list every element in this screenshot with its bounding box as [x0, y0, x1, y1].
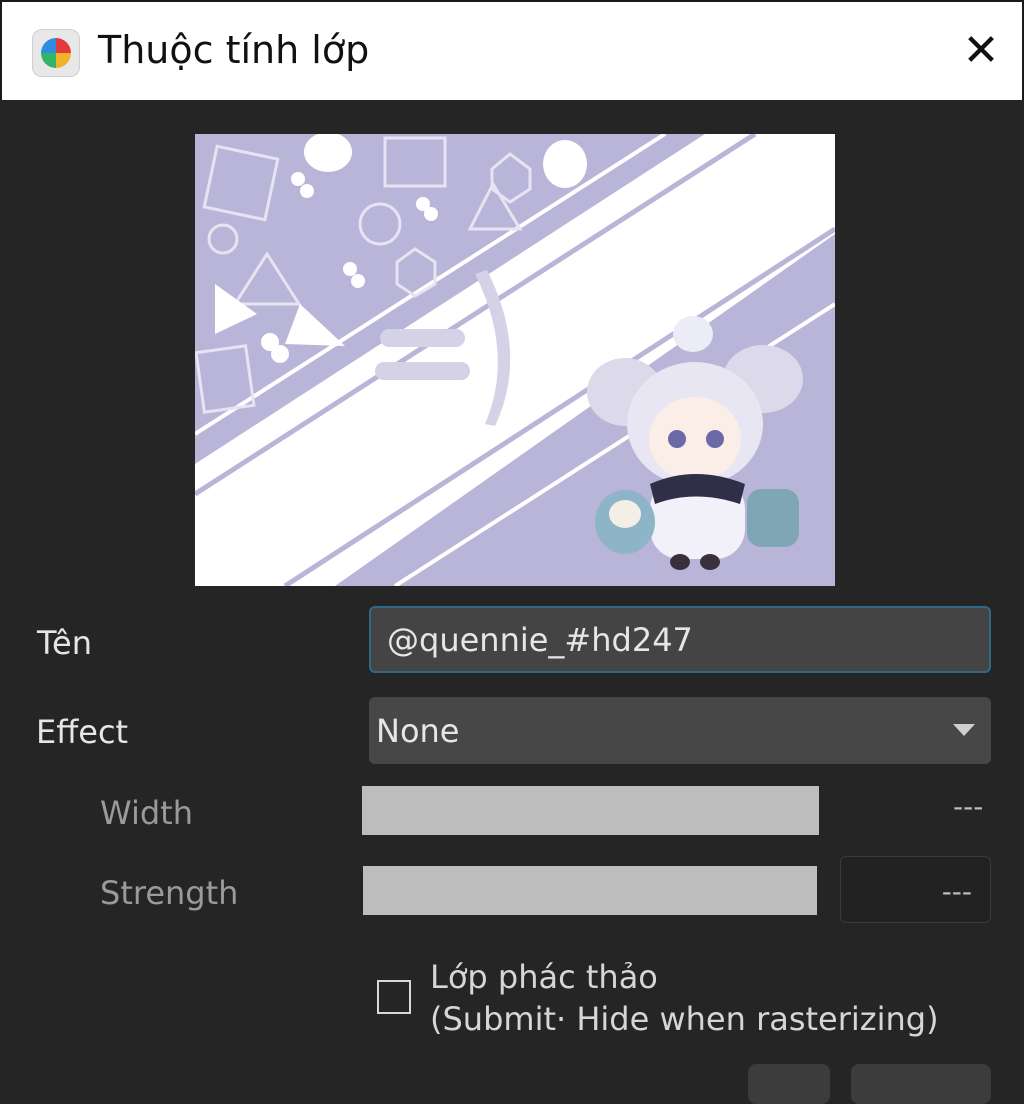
draft-layer-checkbox[interactable] [377, 980, 411, 1014]
close-icon[interactable]: ✕ [954, 26, 1008, 76]
width-label: Width [100, 794, 193, 832]
strength-number-field[interactable]: --- [840, 856, 991, 923]
strength-slider[interactable] [363, 866, 817, 915]
draft-layer-label: Lớp phác thảo [430, 958, 658, 996]
preview-artwork [195, 134, 835, 586]
effect-label: Effect [36, 713, 129, 751]
dialog-titlebar: Thuộc tính lớp ✕ [0, 0, 1024, 100]
strength-value: --- [941, 875, 972, 908]
width-slider[interactable] [362, 786, 819, 835]
cancel-button[interactable] [851, 1064, 991, 1104]
draft-layer-sublabel: (Submit· Hide when rasterizing) [430, 1000, 939, 1038]
dialog-title: Thuộc tính lớp [98, 28, 370, 72]
layer-preview-image [195, 134, 835, 586]
ok-button[interactable] [748, 1064, 830, 1104]
strength-label: Strength [100, 874, 239, 912]
effect-selected-value: None [376, 712, 460, 750]
name-label: Tên [37, 624, 93, 662]
layer-name-input[interactable] [369, 606, 991, 673]
chevron-down-icon [953, 724, 975, 736]
width-value: --- [953, 790, 984, 823]
app-logo-icon [32, 29, 80, 77]
effect-dropdown[interactable]: None [369, 697, 991, 764]
